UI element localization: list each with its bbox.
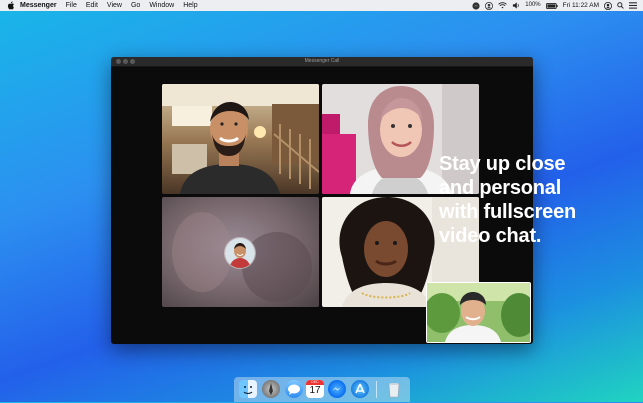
user-icon[interactable]: [604, 1, 612, 10]
menu-help[interactable]: Help: [183, 0, 197, 11]
window-titlebar[interactable]: Messenger Call: [111, 57, 533, 67]
calendar-icon[interactable]: DEC 17: [306, 380, 324, 398]
menu-edit[interactable]: Edit: [86, 0, 98, 11]
menu-window[interactable]: Window: [149, 0, 174, 11]
trash-icon[interactable]: [385, 380, 403, 398]
window-title: Messenger Call: [304, 58, 340, 64]
video-tile-video-off[interactable]: [162, 197, 319, 307]
messenger-icon[interactable]: [328, 380, 346, 398]
video-tile-participant-1[interactable]: [162, 84, 319, 194]
menu-messenger[interactable]: Messenger: [20, 0, 57, 11]
search-icon[interactable]: [617, 2, 624, 9]
promo-tagline: Stay up close and personal with fullscre…: [439, 153, 577, 247]
launchpad-icon[interactable]: [262, 380, 280, 398]
menu-list-icon[interactable]: [629, 2, 637, 9]
messages-icon[interactable]: [285, 380, 303, 398]
menu-bar: Messenger File Edit View Go Window Help …: [0, 0, 643, 11]
menu-go[interactable]: Go: [131, 0, 140, 11]
app-store-icon[interactable]: [351, 380, 369, 398]
participant-video: [162, 84, 319, 194]
menu-view[interactable]: View: [107, 0, 122, 11]
dock: DEC 17: [234, 377, 410, 402]
volume-icon[interactable]: [512, 2, 520, 9]
menu-extras: 100% Fri 11:22 AM: [472, 0, 637, 11]
calendar-day: 17: [309, 385, 321, 396]
wifi-icon[interactable]: [498, 2, 508, 9]
finder-icon[interactable]: [239, 380, 257, 398]
messenger-status-icon[interactable]: [472, 1, 480, 10]
menu-clock[interactable]: Fri 11:22 AM: [563, 0, 599, 11]
contacts-icon[interactable]: [485, 1, 494, 10]
battery-icon[interactable]: [545, 2, 558, 9]
self-view-video: [427, 283, 530, 342]
apple-icon[interactable]: [7, 1, 15, 10]
battery-percent: 100%: [525, 2, 541, 8]
dock-separator: [376, 381, 377, 398]
self-view-tile[interactable]: [426, 282, 531, 343]
participant-avatar: [224, 237, 256, 269]
menu-file[interactable]: File: [66, 0, 77, 11]
